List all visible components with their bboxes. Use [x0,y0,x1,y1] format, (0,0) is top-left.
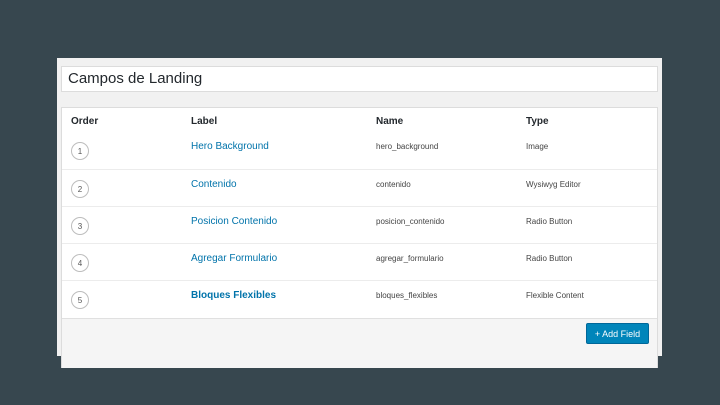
field-type: Image [526,142,549,151]
field-type: Radio Button [526,254,573,263]
field-group-title-input[interactable]: Campos de Landing [61,66,658,92]
field-label-link[interactable]: Bloques Flexibles [191,290,276,301]
order-handle[interactable]: 2 [71,180,89,198]
column-header-type: Type [526,116,549,127]
field-type: Wysiwyg Editor [526,180,581,189]
field-name: contenido [376,180,411,189]
field-name: posicion_contenido [376,217,445,226]
fields-table: Order Label Name Type 1 Hero Background … [61,107,658,368]
field-type: Flexible Content [526,291,584,300]
column-header-label: Label [191,116,218,127]
table-row[interactable]: 2 Contenido contenido Wysiwyg Editor [62,169,657,206]
order-handle[interactable]: 3 [71,217,89,235]
field-name: bloques_flexibles [376,291,438,300]
table-row[interactable]: 4 Agregar Formulario agregar_formulario … [62,243,657,280]
field-label-link[interactable]: Hero Background [191,141,269,152]
add-field-button[interactable]: + Add Field [586,323,649,344]
table-row[interactable]: 1 Hero Background hero_background Image [62,132,657,169]
field-label-link[interactable]: Agregar Formulario [191,253,277,264]
field-type: Radio Button [526,217,573,226]
order-handle[interactable]: 4 [71,254,89,272]
order-handle[interactable]: 1 [71,142,89,160]
column-header-order: Order [71,116,99,127]
field-group-panel: Campos de Landing Order Label Name Type … [57,58,662,368]
order-handle[interactable]: 5 [71,291,89,309]
table-row[interactable]: 3 Posicion Contenido posicion_contenido … [62,206,657,243]
field-group-title: Campos de Landing [68,70,203,87]
field-name: agregar_formulario [376,254,444,263]
table-header: Order Label Name Type [62,108,657,132]
table-row[interactable]: 5 Bloques Flexibles bloques_flexibles Fl… [62,280,657,317]
table-footer: + Add Field [62,318,657,368]
field-label-link[interactable]: Contenido [191,179,237,190]
column-header-name: Name [376,116,404,127]
field-label-link[interactable]: Posicion Contenido [191,216,277,227]
field-name: hero_background [376,142,439,151]
